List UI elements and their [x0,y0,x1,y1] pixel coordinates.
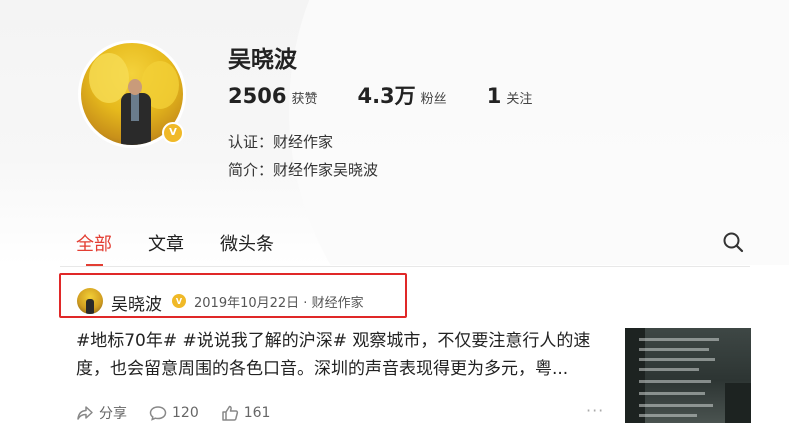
post-thumbnail[interactable] [625,328,751,423]
thumbs-up-icon [221,405,238,421]
profile-avatar[interactable]: V [78,40,186,148]
verified-badge-icon: V [162,122,184,144]
profile-stats: 2506 获赞 4.3万 粉丝 1 关注 [228,80,572,110]
post-text[interactable]: #地标70年# #说说我了解的沪深# 观察城市，不仅要注意行人的速度，也会留意周… [76,327,606,383]
stat-followers-value: 4.3万 [357,84,416,108]
comment-icon [149,406,167,421]
stat-following[interactable]: 1 关注 [487,84,533,108]
post-actions: 分享 120 161 [76,403,292,423]
verified-badge-icon: V [172,294,186,308]
tab-articles[interactable]: 文章 [148,230,184,256]
profile-certification: 认证：财经作家 [228,133,334,151]
more-options-icon[interactable]: ··· [586,401,604,420]
post-author-avatar[interactable] [77,288,103,314]
like-button[interactable]: 161 [221,405,271,421]
stat-followers[interactable]: 4.3万 粉丝 [357,80,446,110]
comment-button[interactable]: 120 [149,405,199,421]
share-icon [77,406,93,420]
like-count: 161 [243,405,271,421]
share-label: 分享 [99,406,127,422]
share-button[interactable]: 分享 [76,403,127,423]
stat-likes-label: 获赞 [291,92,318,107]
post-author-name[interactable]: 吴晓波 [111,290,162,315]
content-tabs: 全部 文章 微头条 [76,230,310,266]
stat-following-label: 关注 [506,92,533,107]
profile-bio: 简介：财经作家吴晓波 [228,161,379,179]
post-meta: 2019年10月22日 · 财经作家 [194,296,364,311]
tab-all[interactable]: 全部 [76,230,112,266]
profile-name: 吴晓波 [228,47,297,73]
search-icon[interactable] [722,231,744,253]
header-decoration [289,0,789,265]
stat-followers-label: 粉丝 [420,92,447,107]
tabs-divider [60,266,750,267]
stat-following-value: 1 [486,84,502,108]
stat-likes: 2506 获赞 [228,84,317,108]
tab-micro-posts[interactable]: 微头条 [220,230,274,256]
stat-likes-value: 2506 [228,84,287,108]
comment-count: 120 [172,405,199,421]
